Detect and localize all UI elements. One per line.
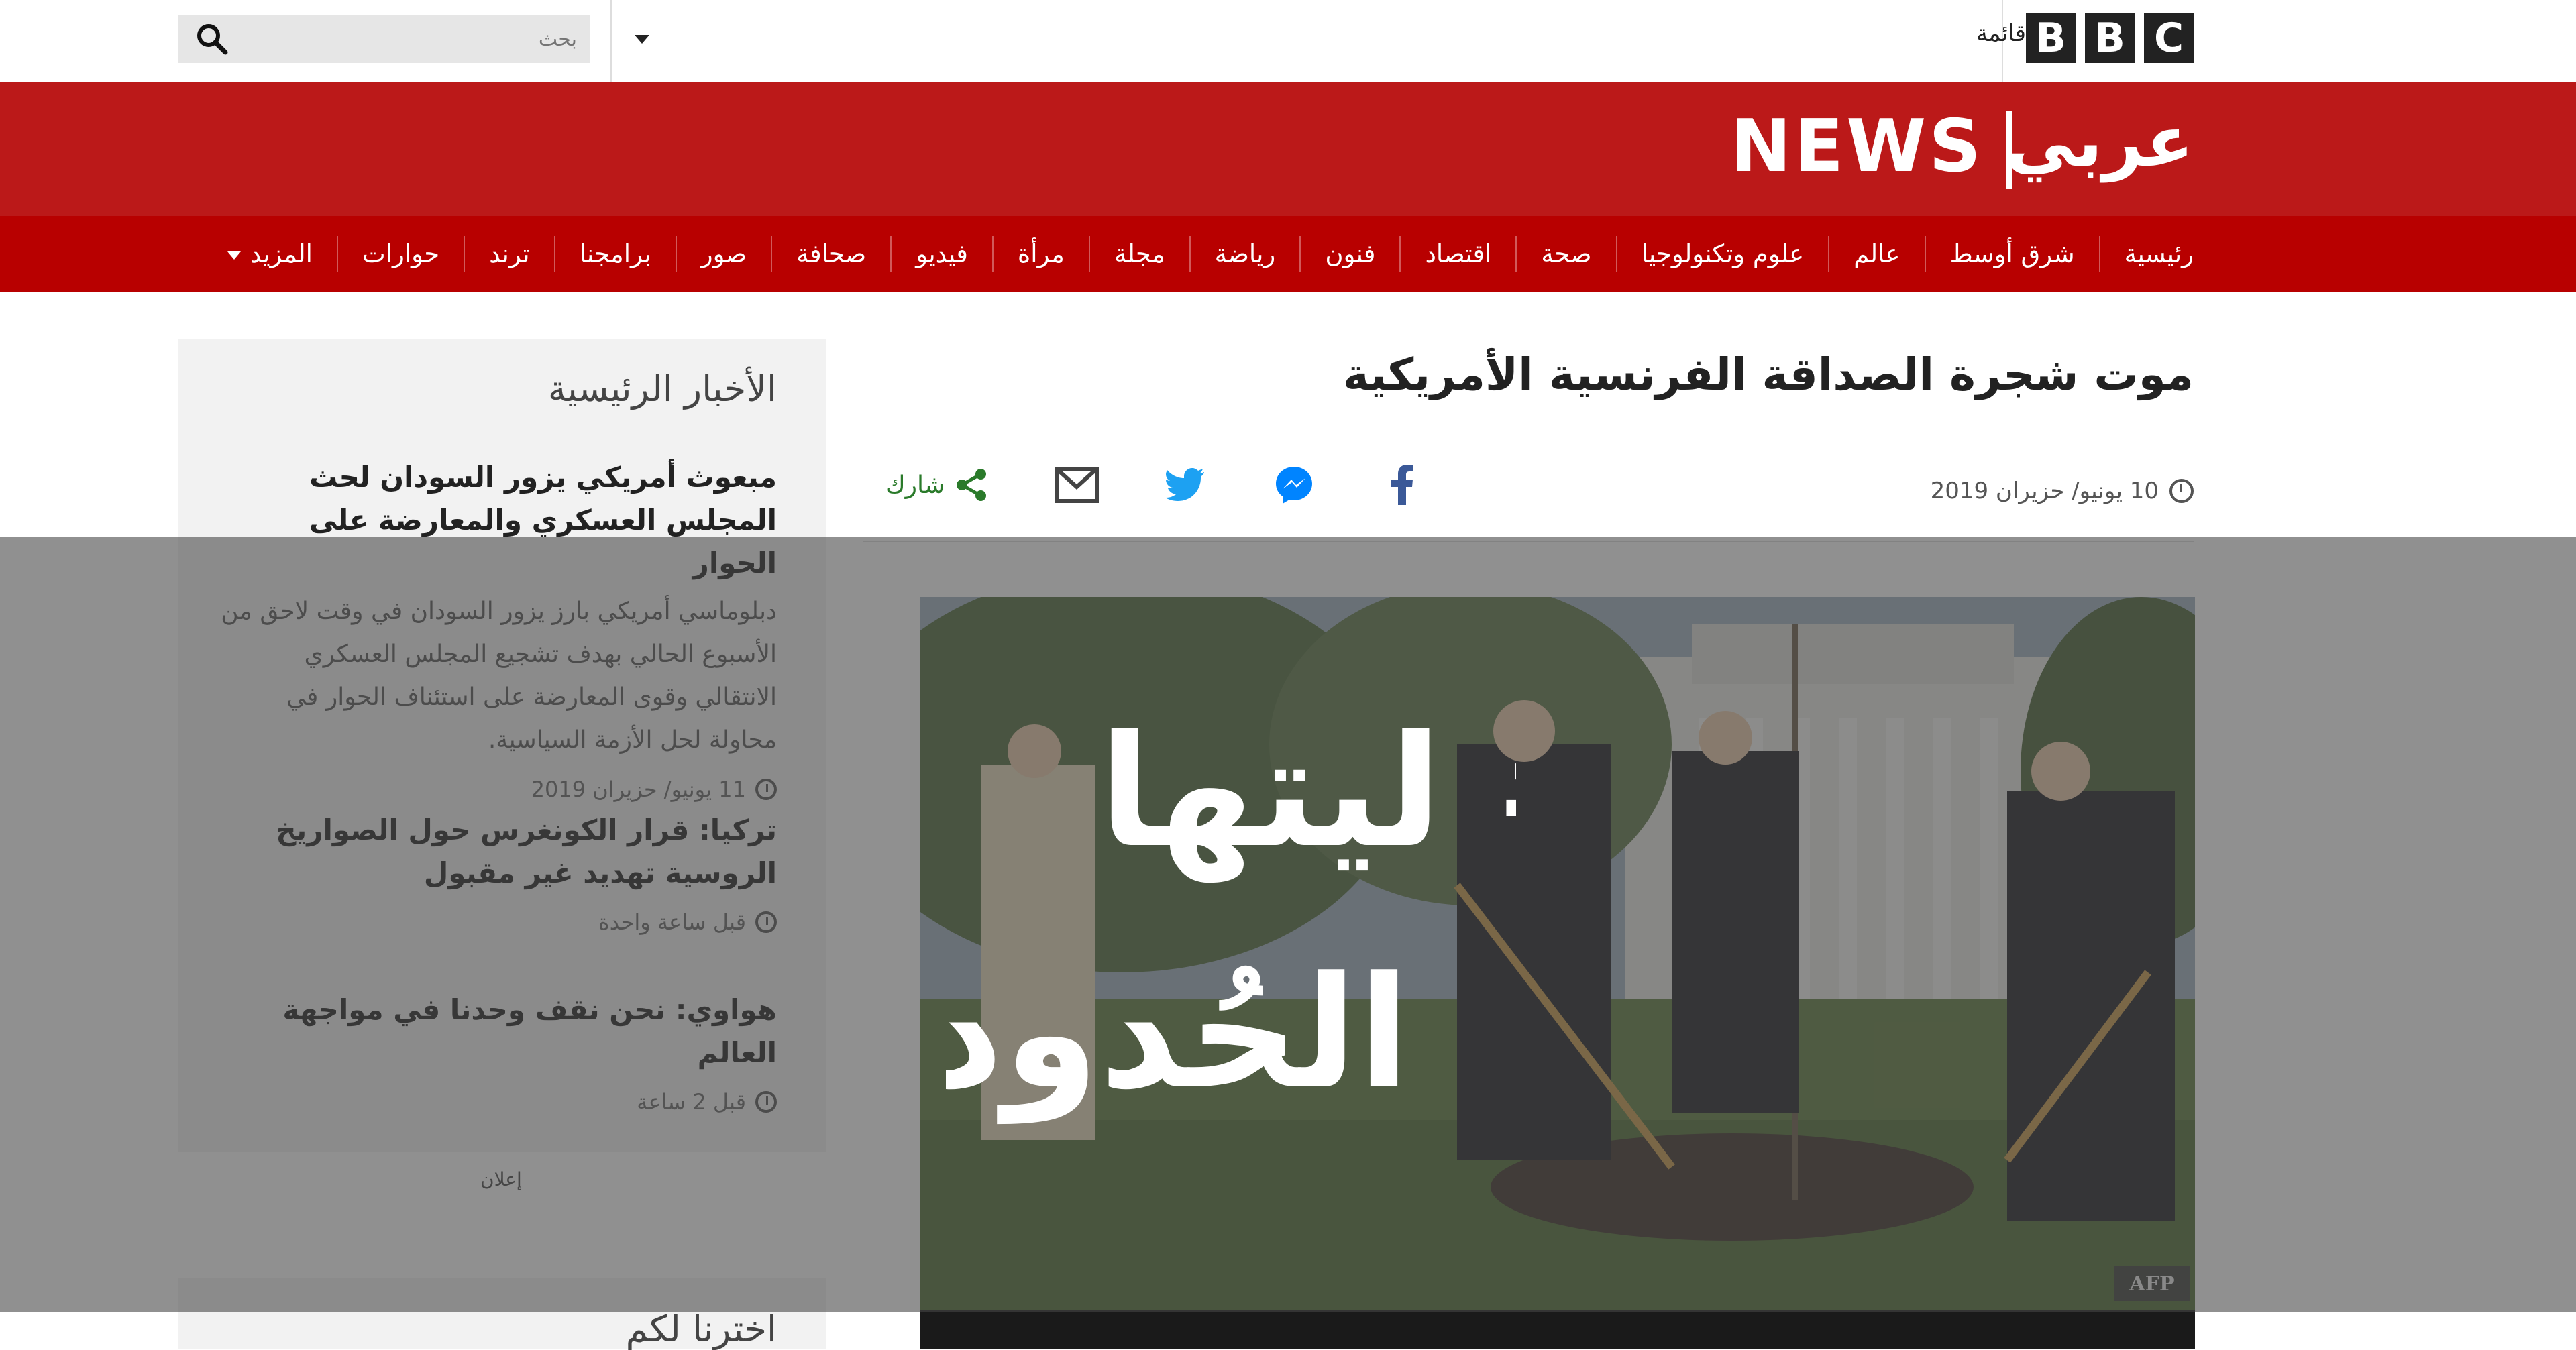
- nav-item-economy[interactable]: اقتصاد: [1399, 236, 1515, 272]
- nav-item-interviews[interactable]: حوارات: [336, 236, 464, 272]
- nav-item-programmes[interactable]: برامجنا: [553, 236, 676, 272]
- nav-item-trend[interactable]: ترند: [464, 236, 553, 272]
- messenger-icon: [1276, 467, 1313, 504]
- top-story[interactable]: مبعوث أمريكي يزور السودان لحث المجلس الع…: [220, 456, 777, 802]
- story-time-text: قبل ساعة واحدة: [598, 909, 746, 935]
- facebook-share-button[interactable]: [1381, 463, 1425, 507]
- menu-link[interactable]: قائمة: [1976, 20, 2026, 47]
- nav-item-science[interactable]: علوم وتكنولوجيا: [1615, 236, 1829, 272]
- nav-item-arts[interactable]: فنون: [1299, 236, 1399, 272]
- divider: [610, 0, 612, 82]
- twitter-share-button[interactable]: [1163, 463, 1208, 507]
- logo-letter: B: [2085, 13, 2135, 63]
- story-time: 11 يونيو/ حزيران 2019: [220, 777, 777, 802]
- bbc-logo[interactable]: B B C: [2026, 13, 2194, 63]
- nav-item-health[interactable]: صحة: [1515, 236, 1615, 272]
- hashtag-overlay: # ليتها الحُدود: [946, 703, 1516, 1125]
- search-input[interactable]: [241, 15, 584, 63]
- chevron-down-icon: [227, 251, 241, 260]
- story-time-text: قبل 2 ساعة: [637, 1089, 746, 1115]
- news-wordmark[interactable]: NEWS: [1731, 105, 1984, 188]
- editors-picks-title: اخترنا لكم: [625, 1308, 777, 1350]
- logo-letter: C: [2144, 13, 2194, 63]
- overlay-line-2: الحُدود: [946, 944, 1410, 1125]
- clock-icon: [2169, 479, 2194, 503]
- nav-item-women[interactable]: مرأة: [991, 236, 1089, 272]
- facebook-icon: [1391, 465, 1414, 505]
- nav-item-press[interactable]: صحافة: [771, 236, 890, 272]
- nav-item-middle-east[interactable]: شرق أوسط: [1924, 236, 2099, 272]
- story-time: قبل 2 ساعة: [220, 1089, 777, 1115]
- nav-item-sport[interactable]: رياضة: [1189, 236, 1300, 272]
- chevron-down-icon[interactable]: [635, 35, 649, 44]
- story-headline[interactable]: مبعوث أمريكي يزور السودان لحث المجلس الع…: [220, 456, 777, 585]
- nav-item-magazine[interactable]: مجلة: [1088, 236, 1189, 272]
- overlay-line-1: # ليتها: [1098, 703, 1516, 883]
- main-nav: رئيسية شرق أوسط عالم علوم وتكنولوجيا صحة…: [203, 216, 2194, 292]
- share-bar: شارك: [885, 463, 1425, 507]
- share-label: شارك: [885, 471, 945, 499]
- messenger-share-button[interactable]: [1272, 463, 1316, 507]
- image-credit: AFP: [2114, 1266, 2190, 1301]
- clock-icon: [755, 1091, 777, 1113]
- clock-icon: [755, 779, 777, 800]
- arabic-wordmark[interactable]: عربي: [2006, 101, 2194, 182]
- story-time: قبل ساعة واحدة: [220, 909, 777, 935]
- nav-more-label: المزيد: [250, 239, 313, 268]
- top-story[interactable]: هواوي: نحن نقف وحدنا في مواجهة العالم قب…: [220, 989, 777, 1115]
- nav-item-home[interactable]: رئيسية: [2098, 236, 2194, 272]
- story-time-text: 11 يونيو/ حزيران 2019: [531, 777, 746, 802]
- article-date: 10 يونيو/ حزيران 2019: [1931, 477, 2194, 504]
- share-button[interactable]: شارك: [885, 463, 990, 507]
- search-icon[interactable]: [195, 21, 229, 56]
- nav-item-more[interactable]: المزيد: [203, 236, 337, 272]
- divider: [863, 541, 2194, 542]
- image-caption-bar: [920, 1310, 2195, 1349]
- story-headline[interactable]: تركيا: قرار الكونغرس حول الصواريخ الروسي…: [220, 809, 777, 895]
- nav-item-video[interactable]: فيديو: [890, 236, 992, 272]
- top-stories-title: الأخبار الرئيسية: [547, 368, 777, 410]
- ad-label: إعلان: [480, 1168, 522, 1190]
- share-icon: [957, 469, 987, 501]
- article-date-text: 10 يونيو/ حزيران 2019: [1930, 477, 2159, 504]
- email-icon: [1055, 467, 1099, 503]
- nav-item-world[interactable]: عالم: [1828, 236, 1924, 272]
- nav-item-photos[interactable]: صور: [675, 236, 771, 272]
- clock-icon: [755, 911, 777, 933]
- logo-letter: B: [2026, 13, 2076, 63]
- article-headline: موت شجرة الصداقة الفرنسية الأمريكية: [1342, 349, 2194, 400]
- story-headline[interactable]: هواوي: نحن نقف وحدنا في مواجهة العالم: [220, 989, 777, 1074]
- twitter-icon: [1165, 468, 1205, 501]
- story-summary: دبلوماسي أمريكي بارز يزور السودان في وقت…: [221, 598, 777, 754]
- top-story[interactable]: تركيا: قرار الكونغرس حول الصواريخ الروسي…: [220, 809, 777, 935]
- email-share-button[interactable]: [1055, 463, 1099, 507]
